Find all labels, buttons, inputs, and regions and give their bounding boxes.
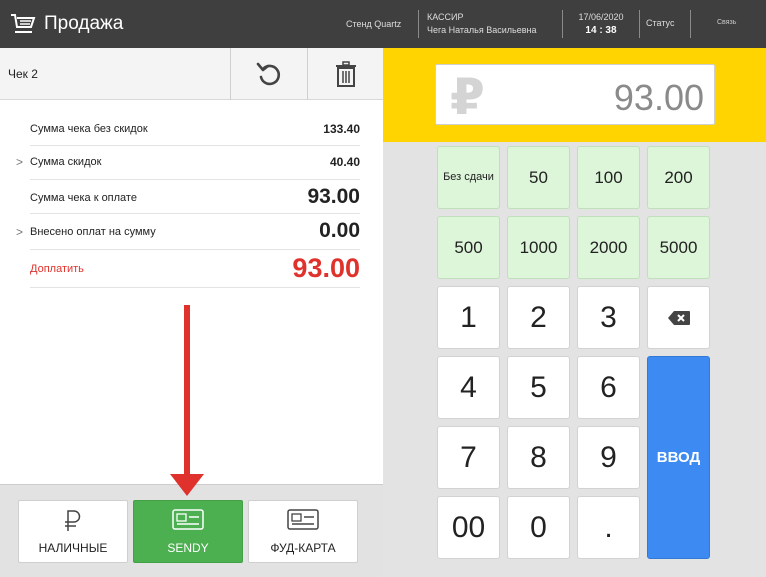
enter-key[interactable]: ВВОД	[647, 356, 710, 559]
amount-display: ₽ 93.00	[435, 64, 715, 125]
digit-2-key[interactable]: 2	[507, 286, 570, 349]
quick-amount-5000-key[interactable]: 5000	[647, 216, 710, 279]
card-icon	[249, 509, 357, 533]
current-time: 14 : 38	[585, 25, 617, 36]
backspace-icon	[667, 310, 690, 325]
cash-payment-label: НАЛИЧНЫЕ	[38, 541, 108, 555]
quick-amount-500-key[interactable]: 500	[437, 216, 500, 279]
discount-value: 40.40	[329, 155, 360, 169]
digit-7-key[interactable]: 7	[437, 426, 500, 489]
double-zero-key[interactable]: 00	[437, 496, 500, 559]
divider	[418, 10, 419, 38]
check-toolbar: Чек 2	[0, 48, 383, 100]
sendy-payment-button[interactable]: SENDY	[133, 500, 243, 563]
quick-amount-200-key[interactable]: 200	[647, 146, 710, 209]
card-icon	[134, 509, 242, 533]
cash-payment-button[interactable]: НАЛИЧНЫЕ	[18, 500, 128, 563]
quick-amount-50-key[interactable]: 50	[507, 146, 570, 209]
quick-amount-1000-key[interactable]: 1000	[507, 216, 570, 279]
undo-icon	[256, 62, 280, 86]
connection-button[interactable]: Связь	[717, 19, 736, 26]
total-row: Сумма чека к оплате 93.00	[30, 180, 360, 214]
divider	[639, 10, 640, 38]
no-change-key[interactable]: Без сдачи	[437, 146, 500, 209]
cart-icon	[11, 14, 36, 33]
chevron-right-icon: >	[16, 155, 24, 169]
delete-check-button[interactable]	[307, 48, 383, 100]
digit-9-key[interactable]: 9	[577, 426, 640, 489]
digit-1-key[interactable]: 1	[437, 286, 500, 349]
due-label: Доплатить	[30, 263, 84, 275]
subtotal-label: Сумма чека без скидок	[30, 123, 148, 135]
cashier-role: КАССИР	[427, 12, 464, 22]
ruble-icon	[19, 509, 127, 533]
quick-amount-100-key[interactable]: 100	[577, 146, 640, 209]
quick-amount-2000-key[interactable]: 2000	[577, 216, 640, 279]
check-label: Чек 2	[8, 67, 38, 81]
annotation-arrow-shaft	[184, 305, 190, 480]
subtotal-row: Сумма чека без скидок 133.40	[30, 112, 360, 146]
paid-value: 0.00	[319, 219, 360, 242]
page-title: Продажа	[44, 13, 124, 34]
paid-label: Внесено оплат на сумму	[30, 226, 156, 238]
backspace-key[interactable]	[647, 286, 710, 349]
sendy-payment-label: SENDY	[167, 541, 209, 555]
ruble-icon: ₽	[450, 69, 485, 125]
discount-label: Сумма скидок	[30, 156, 102, 168]
digit-0-key[interactable]: 0	[507, 496, 570, 559]
subtotal-value: 133.40	[323, 122, 360, 136]
receipt-panel: Чек 2 Сумма чека без скидок 133.40 > Сум…	[0, 48, 383, 577]
stand-name: Стенд Quartz	[346, 19, 402, 29]
decimal-point-key[interactable]: .	[577, 496, 640, 559]
due-value: 93.00	[292, 253, 360, 283]
digit-4-key[interactable]: 4	[437, 356, 500, 419]
due-row: Доплатить 93.00	[30, 250, 360, 288]
divider	[562, 10, 563, 38]
total-value: 93.00	[307, 185, 360, 208]
annotation-arrow-head	[170, 474, 204, 496]
food-card-payment-label: ФУД-КАРТА	[270, 541, 336, 555]
cashier-name: Чега Наталья Васильевна	[427, 25, 537, 35]
paid-row[interactable]: > Внесено оплат на сумму 0.00	[16, 214, 360, 250]
current-date: 17/06/2020	[578, 12, 624, 22]
top-bar: Продажа Стенд Quartz КАССИР Чега Наталья…	[0, 0, 766, 48]
amount-value: 93.00	[613, 77, 704, 118]
total-label: Сумма чека к оплате	[30, 192, 137, 204]
payment-methods-bar: НАЛИЧНЫЕ SENDY ФУД-КАРТА	[0, 484, 383, 577]
food-card-payment-button[interactable]: ФУД-КАРТА	[248, 500, 358, 563]
amount-display-band: ₽ 93.00	[383, 48, 766, 142]
status-button[interactable]: Статус	[646, 18, 674, 28]
divider	[690, 10, 691, 38]
chevron-right-icon: >	[16, 225, 24, 239]
digit-6-key[interactable]: 6	[577, 356, 640, 419]
undo-button[interactable]	[230, 48, 306, 100]
digit-5-key[interactable]: 5	[507, 356, 570, 419]
trash-icon	[335, 61, 356, 87]
digit-3-key[interactable]: 3	[577, 286, 640, 349]
digit-8-key[interactable]: 8	[507, 426, 570, 489]
discount-row[interactable]: > Сумма скидок 40.40	[16, 146, 360, 180]
payment-keypad-panel: ₽ 93.00 Без сдачи 50 100 200 500 1000 20…	[383, 48, 766, 577]
